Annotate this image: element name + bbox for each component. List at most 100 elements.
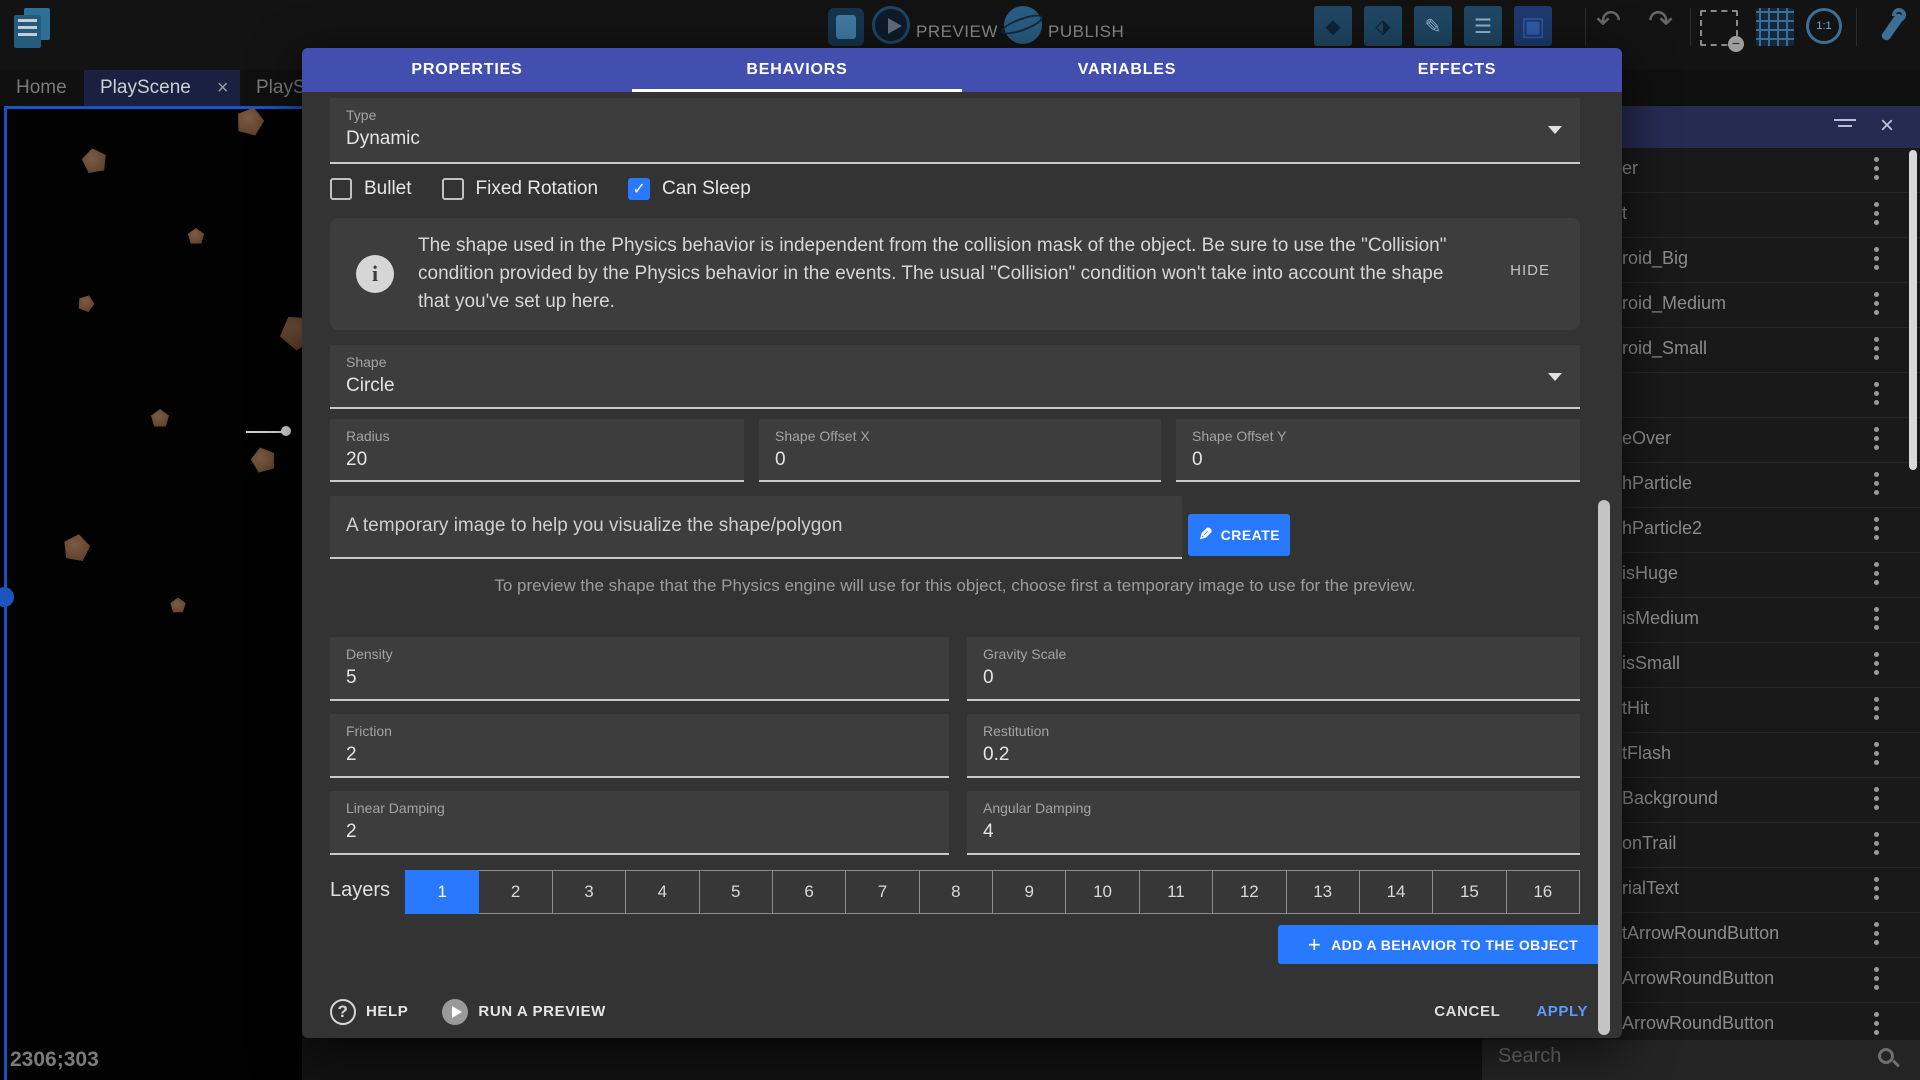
shape-select[interactable]: Shape Circle [330,345,1580,409]
dialog-tab[interactable]: PROPERTIES [302,48,632,92]
close-tab-icon[interactable]: × [217,77,229,100]
layer-button[interactable]: 10 [1065,870,1139,914]
kebab-menu-icon[interactable] [1874,157,1880,184]
redo-icon[interactable]: ↷ [1648,4,1673,39]
kebab-menu-icon[interactable] [1874,292,1880,319]
kebab-menu-icon[interactable] [1874,922,1880,949]
checkbox-icon: ✓ [628,178,650,200]
run-preview-button[interactable]: RUN A PREVIEW [408,999,606,1025]
kebab-menu-icon[interactable] [1874,382,1880,409]
kebab-menu-icon[interactable] [1874,787,1880,814]
hide-button[interactable]: HIDE [1510,262,1550,279]
kebab-menu-icon[interactable] [1874,472,1880,499]
publish-globe-icon[interactable] [1004,6,1042,44]
gravity-scale-field[interactable]: Gravity Scale 0 [967,637,1580,701]
instances-editor-icon[interactable]: ⬗ [1364,6,1402,46]
asteroid-sprite[interactable] [170,598,187,614]
restitution-field[interactable]: Restitution 0.2 [967,714,1580,778]
asteroid-sprite[interactable] [75,292,98,314]
density-field[interactable]: Density 5 [330,637,949,701]
kebab-menu-icon[interactable] [1874,607,1880,634]
fixed-rotation-checkbox[interactable]: ✓ Fixed Rotation [442,178,599,200]
layer-button[interactable]: 11 [1139,870,1213,914]
layer-button[interactable]: 14 [1359,870,1433,914]
zoom-one-to-one-icon[interactable]: 1:1 [1806,8,1842,44]
layer-button[interactable]: 1 [405,870,479,914]
layer-button[interactable]: 12 [1212,870,1286,914]
linear-damping-field[interactable]: Linear Damping 2 [330,791,949,855]
apply-button[interactable]: APPLY [1536,1003,1588,1020]
dialog-scrollbar[interactable] [1598,500,1610,1035]
object-editor-icon[interactable]: ◆ [1314,6,1352,46]
layer-button[interactable]: 16 [1506,870,1580,914]
preview-button[interactable]: PREVIEW [916,22,998,42]
undo-icon[interactable]: ↶ [1596,4,1621,39]
tab-home[interactable]: Home [0,70,83,106]
create-button[interactable]: ✎ CREATE [1188,514,1290,556]
edit-scene-icon[interactable]: ✎ [1414,6,1452,46]
friction-field[interactable]: Friction 2 [330,714,949,778]
kebab-menu-icon[interactable] [1874,697,1880,724]
debug-icon[interactable] [828,8,864,46]
search-input[interactable] [1496,1044,1830,1069]
kebab-menu-icon[interactable] [1874,427,1880,454]
grid-icon[interactable] [1756,8,1794,46]
asteroid-sprite[interactable] [59,531,92,564]
kebab-menu-icon[interactable] [1874,202,1880,229]
properties-list-icon[interactable]: ☰ [1464,6,1502,46]
cancel-button[interactable]: CANCEL [1434,1003,1500,1020]
dialog-tab[interactable]: VARIABLES [962,48,1292,92]
project-manager-icon[interactable] [14,8,54,50]
asteroid-sprite[interactable] [150,409,170,428]
temp-image-field[interactable]: A temporary image to help you visualize … [330,496,1182,559]
kebab-menu-icon[interactable] [1874,562,1880,589]
kebab-menu-icon[interactable] [1874,742,1880,769]
kebab-menu-icon[interactable] [1874,247,1880,274]
type-select[interactable]: Type Dynamic [330,98,1580,164]
layer-button[interactable]: 8 [919,870,993,914]
shape-offset-y-field[interactable]: Shape Offset Y 0 [1176,419,1580,482]
kebab-menu-icon[interactable] [1874,832,1880,859]
tab-playscene[interactable]: PlayScene × [84,70,240,106]
kebab-menu-icon[interactable] [1874,1012,1880,1039]
layers-panel-icon[interactable]: ▣ [1514,6,1552,46]
kebab-menu-icon[interactable] [1874,967,1880,994]
dialog-tab[interactable]: BEHAVIORS [632,48,962,92]
asteroid-sprite[interactable] [187,228,205,245]
angular-damping-field[interactable]: Angular Damping 4 [967,791,1580,855]
layer-button[interactable]: 5 [699,870,773,914]
preview-play-icon[interactable] [872,6,910,44]
kebab-menu-icon[interactable] [1874,877,1880,904]
kebab-menu-icon[interactable] [1874,652,1880,679]
kebab-menu-icon[interactable] [1874,517,1880,544]
shape-offset-x-field[interactable]: Shape Offset X 0 [759,419,1161,482]
layer-button[interactable]: 6 [772,870,846,914]
help-button[interactable]: ? HELP [330,999,408,1025]
sidebar-scrollbar[interactable] [1909,150,1917,470]
asteroid-sprite[interactable] [247,443,280,475]
asteroid-sprite[interactable] [272,306,302,358]
layer-button[interactable]: 15 [1432,870,1506,914]
scene-canvas[interactable]: 2306;303 [0,106,302,1080]
close-panel-icon[interactable]: × [1880,112,1894,140]
dialog-tab[interactable]: EFFECTS [1292,48,1622,92]
asteroid-sprite[interactable] [232,106,268,139]
layer-button[interactable]: 3 [552,870,626,914]
layer-button[interactable]: 2 [478,870,552,914]
tools-wrench-icon[interactable] [1872,8,1910,46]
can-sleep-checkbox[interactable]: ✓ Can Sleep [628,178,751,200]
layer-button[interactable]: 7 [845,870,919,914]
layer-button[interactable]: 9 [992,870,1066,914]
resize-handle[interactable] [0,587,14,607]
publish-button[interactable]: PUBLISH [1048,22,1124,42]
layer-button[interactable]: 13 [1286,870,1360,914]
kebab-menu-icon[interactable] [1874,337,1880,364]
radius-field[interactable]: Radius 20 [330,419,744,482]
bullet-checkbox[interactable]: ✓ Bullet [330,178,412,200]
selection-mask-icon[interactable] [1700,10,1738,46]
gizmo-point[interactable] [281,426,291,436]
filter-icon[interactable] [1834,119,1856,131]
asteroid-sprite[interactable] [78,145,109,175]
layer-button[interactable]: 4 [625,870,699,914]
add-behavior-button[interactable]: + ADD A BEHAVIOR TO THE OBJECT [1278,925,1608,964]
